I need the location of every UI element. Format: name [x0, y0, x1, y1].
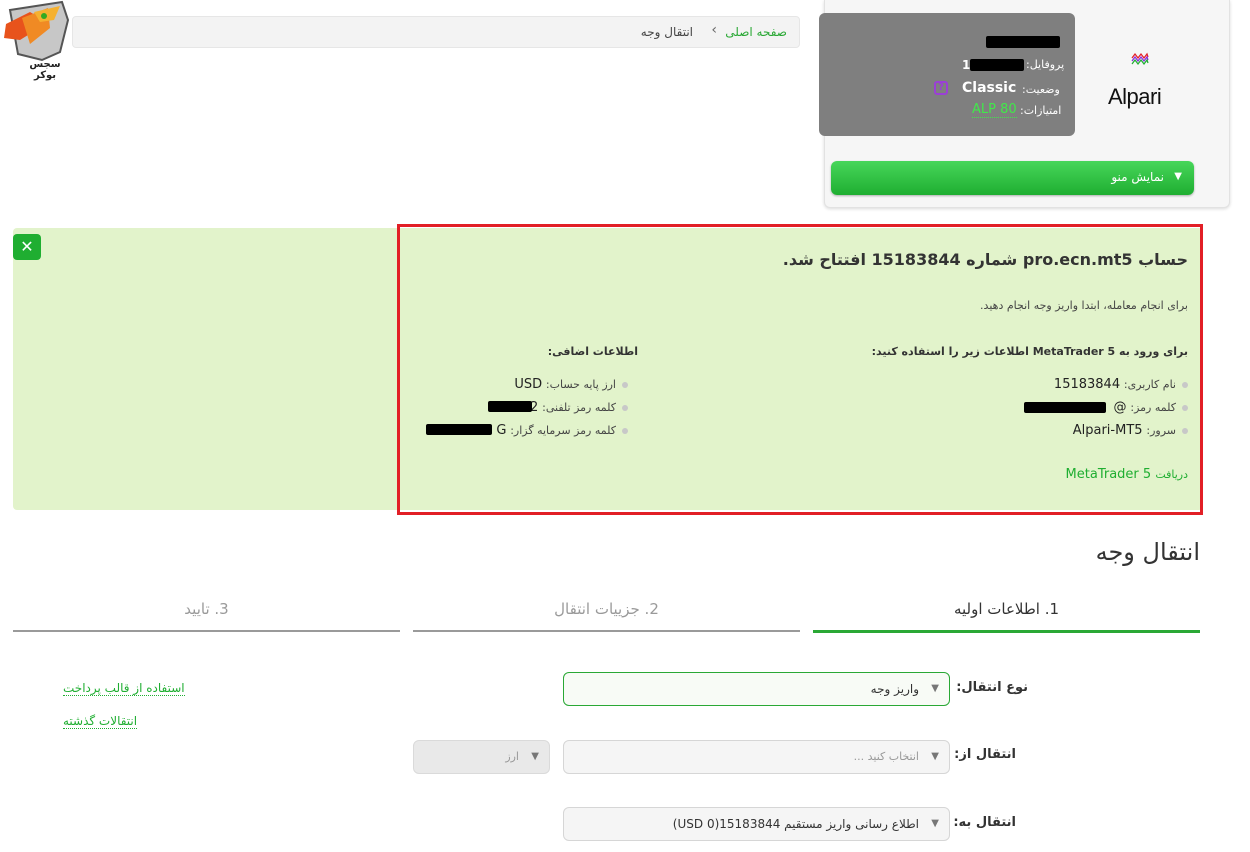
redacted-account-name: [986, 36, 1060, 48]
alert-subtitle: برای انجام معامله، ابتدا واریز وجه انجام…: [980, 299, 1188, 312]
broker-name: Alpari: [1108, 84, 1162, 109]
redacted-investor-password: [426, 424, 492, 435]
list-item: سرور: Alpari-MT5: [1073, 423, 1188, 438]
bullet-icon: [1182, 427, 1188, 434]
chevron-down-icon: ▼: [931, 818, 939, 829]
login-info-heading: برای ورود به MetaTrader 5 اطلاعات زیر را…: [871, 345, 1188, 358]
page-title: انتقال وجه: [1095, 538, 1200, 566]
item-key: کلمه رمز سرمایه گزار:: [510, 424, 616, 437]
points-link[interactable]: ALP 80: [972, 102, 1017, 118]
past-transfers-link[interactable]: انتقالات گذشته: [63, 714, 138, 729]
transfer-to-label: انتقال به:: [953, 815, 1016, 830]
step-1-label: 1. اطلاعات اولیه: [953, 600, 1060, 618]
item-key: ارز پایه حساب:: [545, 378, 616, 391]
show-menu-label: نمایش منو: [1111, 170, 1164, 184]
bullet-icon: [622, 427, 628, 434]
bullet-icon: [622, 381, 628, 388]
download-name: MetaTrader 5: [1065, 467, 1152, 482]
transfer-type-label: نوع انتقال:: [956, 680, 1028, 695]
status-label: وضعیت:: [1022, 83, 1060, 96]
redacted-phone-password: [488, 401, 532, 412]
step-3-bar: [13, 630, 400, 632]
username-value: 15183844: [1053, 377, 1121, 392]
alert-title: حساب pro.ecn.mt5 شماره 15183844 افتتاح ش…: [782, 250, 1188, 269]
chevron-down-icon: ▼: [931, 683, 939, 694]
item-key: کلمه رمز:: [1130, 401, 1176, 414]
bullet-icon: [622, 404, 628, 411]
site-logo-text: سجس بوکر: [29, 59, 61, 81]
download-metatrader-link[interactable]: دریافت MetaTrader 5: [1066, 467, 1188, 482]
points-label: امتیازات:: [1020, 104, 1062, 117]
alpari-logo-icon: [1131, 52, 1149, 66]
transfer-type-select[interactable]: ▼ واریز وجه: [563, 672, 950, 706]
chevron-down-icon: ▼: [931, 751, 939, 762]
item-key: سرور:: [1146, 424, 1176, 437]
download-prefix: دریافت: [1155, 468, 1188, 481]
close-icon[interactable]: ✕: [13, 234, 41, 260]
profile-label: پروفایل:: [1026, 58, 1065, 71]
redacted-profile-id: [970, 59, 1024, 71]
transfer-from-select[interactable]: ▼ انتخاب کنید ...: [563, 740, 950, 774]
breadcrumb-current: انتقال وجه: [640, 25, 693, 39]
profile-info-panel: [819, 13, 1075, 136]
password-value: @: [1113, 400, 1127, 415]
step-2-label: 2. جزییات انتقال: [554, 600, 659, 618]
breadcrumb-home-link[interactable]: صفحه اصلی: [725, 25, 787, 39]
base-currency-value: USD: [514, 377, 543, 392]
status-value: Classic: [962, 80, 1017, 96]
list-item: نام کاربری: 15183844: [1054, 377, 1188, 392]
item-key: نام کاربری:: [1123, 378, 1176, 391]
transfer-from-label: انتقال از:: [954, 747, 1016, 762]
server-value: Alpari-MT5: [1072, 423, 1143, 438]
use-payment-template-link[interactable]: استفاده از قالب پرداخت: [63, 681, 185, 696]
transfer-type-value: واریز وجه: [870, 682, 919, 696]
investor-password-value: G: [496, 423, 507, 438]
item-key: کلمه رمز تلفنی:: [542, 401, 616, 414]
chevron-down-icon: ▼: [1174, 171, 1182, 182]
bullet-icon: [1182, 381, 1188, 388]
bullet-icon: [1182, 404, 1188, 411]
list-item: ارز پایه حساب: USD: [514, 377, 628, 392]
chevron-down-icon: ▼: [531, 751, 539, 762]
chevron-right-icon: ›: [711, 22, 717, 38]
currency-placeholder: ارز: [505, 750, 519, 763]
transfer-from-placeholder: انتخاب کنید ...: [853, 750, 919, 763]
transfer-to-value: اطلاع رسانی واریز مستقیم 15183844(0 USD): [672, 817, 919, 831]
redacted-password: [1024, 402, 1106, 413]
currency-select[interactable]: ▼ ارز: [413, 740, 550, 774]
breadcrumb: صفحه اصلی › انتقال وجه: [72, 16, 800, 48]
help-icon[interactable]: ?: [934, 81, 948, 95]
show-menu-button[interactable]: ▼ نمایش منو: [831, 161, 1194, 195]
transfer-to-select[interactable]: ▼ اطلاع رسانی واریز مستقیم 15183844(0 US…: [563, 807, 950, 841]
step-2-bar: [413, 630, 800, 632]
list-item: کلمه رمز سرمایه گزار: G: [496, 423, 628, 438]
extra-info-heading: اطلاعات اضافی:: [547, 345, 638, 358]
list-item: کلمه رمز تلفنی: 42: [522, 400, 628, 415]
step-1-bar: [813, 630, 1200, 633]
step-3-label: 3. تایید: [184, 600, 229, 618]
list-item: کلمه رمز: @: [1114, 400, 1188, 415]
